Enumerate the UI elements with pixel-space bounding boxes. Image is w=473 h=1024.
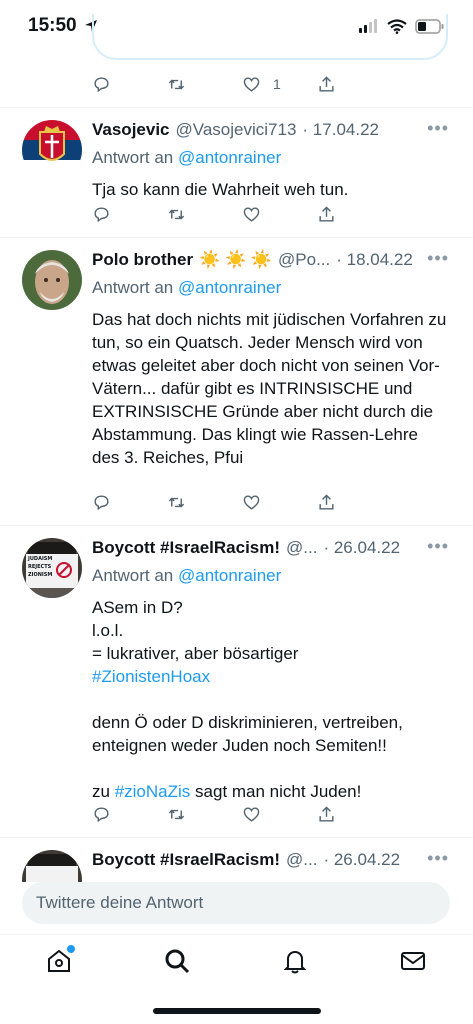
tweet[interactable]: ••• Vasojevic @Vasojevici713 · 17.04.22 …	[0, 107, 473, 237]
display-name[interactable]: Boycott #IsraelRacism!	[92, 538, 280, 558]
reply-button[interactable]	[92, 493, 167, 512]
handle[interactable]: @...	[286, 538, 317, 558]
date: · 17.04.22	[302, 120, 379, 139]
display-name[interactable]: Polo brother	[92, 250, 193, 270]
handle[interactable]: @Po...	[278, 250, 330, 270]
retweet-icon	[168, 497, 185, 507]
mention-link[interactable]: @antonrainer	[178, 566, 281, 585]
like-button[interactable]: 1	[242, 75, 317, 94]
hashtag-link[interactable]: #zioNaZis	[115, 782, 191, 801]
handle[interactable]: @Vasojevici713	[176, 120, 297, 140]
date: · 26.04.22	[323, 538, 401, 557]
date: · 18.04.22	[336, 250, 413, 269]
retweet-icon	[168, 209, 185, 219]
svg-text:JUDAISM: JUDAISM	[27, 556, 52, 562]
heart-icon	[243, 76, 260, 92]
reply-card-remnant	[92, 14, 448, 60]
avatar[interactable]	[22, 250, 82, 310]
like-count: 1	[273, 76, 281, 92]
mention-link[interactable]: @antonrainer	[178, 148, 281, 167]
reply-context: Antwort an @antonrainer	[92, 566, 449, 588]
name-emoji: ☀️ ☀️ ☀️	[199, 250, 273, 269]
like-button[interactable]	[242, 805, 317, 824]
share-icon	[319, 205, 334, 222]
share-icon	[319, 493, 334, 510]
retweet-button[interactable]	[167, 75, 242, 94]
protest-sign-icon	[22, 850, 82, 882]
tweet-text-part: ASem in D? l.o.l. = lukrativer, aber bös…	[92, 598, 299, 663]
retweet-button[interactable]	[167, 805, 242, 824]
tweet-text-part: sagt man nicht Juden!	[195, 782, 362, 801]
retweet-icon	[168, 809, 185, 819]
retweet-icon	[168, 79, 185, 89]
handle[interactable]: @...	[286, 850, 317, 870]
protest-sign-icon: JUDAISM REJECTS ZIONISM	[22, 538, 82, 598]
avatar[interactable]	[22, 850, 82, 882]
reply-prefix: Antwort an	[92, 148, 174, 167]
serbian-crest-icon	[22, 120, 82, 180]
search-icon	[165, 949, 190, 974]
tab-search[interactable]	[163, 947, 191, 975]
share-button[interactable]	[317, 493, 392, 512]
svg-text:ZIONISM: ZIONISM	[28, 572, 52, 578]
tweet-text: Tja so kann die Wahrheit weh tun.	[92, 180, 349, 199]
notification-dot	[67, 945, 75, 953]
reply-icon	[94, 494, 109, 510]
bell-icon	[283, 950, 307, 974]
tweet-actions: 1	[92, 72, 392, 96]
reply-icon	[94, 76, 109, 92]
tweet[interactable]: JUDAISM REJECTS ZIONISM ••• Boycott #Isr…	[0, 525, 473, 837]
like-button[interactable]	[242, 493, 317, 512]
display-name[interactable]: Vasojevic	[92, 120, 170, 140]
share-icon	[319, 75, 334, 92]
reply-placeholder: Twittere deine Antwort	[36, 893, 204, 912]
tab-messages[interactable]	[399, 947, 427, 975]
reply-prefix: Antwort an	[92, 278, 174, 297]
share-button[interactable]	[317, 805, 392, 824]
tweet-text: Das hat doch nichts mit jüdischen Vorfah…	[92, 310, 447, 467]
avatar[interactable]	[22, 120, 82, 180]
reply-button[interactable]	[92, 805, 167, 824]
tweet-actions	[92, 490, 392, 514]
mention-link[interactable]: @antonrainer	[178, 278, 281, 297]
date: · 26.04.22	[323, 850, 401, 869]
hashtag-link[interactable]: #ZionistenHoax	[92, 665, 449, 688]
reply-context: Antwort an @antonrainer	[92, 278, 449, 300]
heart-icon	[243, 806, 260, 822]
reply-input[interactable]: Twittere deine Antwort	[22, 882, 450, 924]
like-button[interactable]	[242, 205, 317, 224]
man-portrait-icon	[22, 250, 82, 310]
retweet-button[interactable]	[167, 205, 242, 224]
display-name[interactable]: Boycott #IsraelRacism!	[92, 850, 280, 870]
reply-prefix: Antwort an	[92, 566, 174, 585]
reply-context: Antwort an @antonrainer	[92, 148, 449, 170]
heart-icon	[243, 206, 260, 222]
reply-button[interactable]	[92, 75, 167, 94]
heart-icon	[243, 494, 260, 510]
mail-icon	[401, 952, 425, 970]
share-icon	[319, 805, 334, 822]
tweet-text: ASem in D? l.o.l. = lukrativer, aber bös…	[92, 596, 449, 803]
tweet-actions	[92, 802, 392, 826]
tweet[interactable]: ••• Boycott #IsraelRacism! @... · 26.04.…	[0, 837, 473, 882]
tweet-text-part: denn Ö oder D diskriminieren, vertreiben…	[92, 713, 403, 755]
svg-text:REJECTS: REJECTS	[28, 564, 52, 570]
share-button[interactable]	[317, 75, 392, 94]
tweet[interactable]: ••• Polo brother ☀️ ☀️ ☀️ @Po... · 18.04…	[0, 237, 473, 525]
reply-button[interactable]	[92, 205, 167, 224]
tab-notifications[interactable]	[281, 947, 309, 975]
tweet-actions	[92, 202, 392, 226]
reply-icon	[94, 206, 109, 222]
status-time: 15:50	[28, 15, 77, 36]
tweet-text-part: zu	[92, 782, 110, 801]
share-button[interactable]	[317, 205, 392, 224]
tab-home[interactable]	[45, 945, 75, 975]
home-indicator	[153, 1008, 321, 1014]
reply-icon	[94, 806, 109, 822]
avatar[interactable]: JUDAISM REJECTS ZIONISM	[22, 538, 82, 598]
retweet-button[interactable]	[167, 493, 242, 512]
